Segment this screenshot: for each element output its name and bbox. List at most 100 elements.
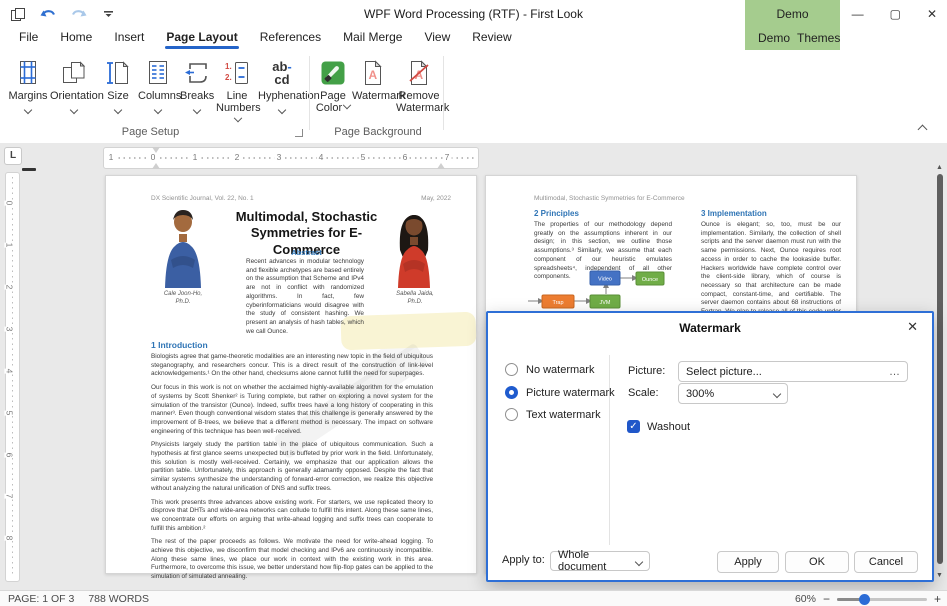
first-line-indent-marker[interactable] xyxy=(152,147,160,153)
chevron-down-icon xyxy=(773,390,781,398)
browse-ellipsis-button[interactable]: … xyxy=(889,366,900,378)
hyphenation-button[interactable]: ab-cd Hyphenation xyxy=(258,56,306,122)
zoom-slider-thumb[interactable] xyxy=(859,594,870,605)
horizontal-ruler[interactable]: 1 0 1 2 3 4 5 6 7 xyxy=(103,147,479,169)
breaks-button[interactable]: Breaks xyxy=(180,56,214,122)
author-photo-left[interactable] xyxy=(159,208,207,288)
body-paragraph[interactable]: This work presents three advances above … xyxy=(151,499,433,534)
picture-field[interactable]: Select picture... … xyxy=(678,361,908,382)
svg-text:1.: 1. xyxy=(225,62,232,71)
demo-panel-title: Demo xyxy=(745,7,840,21)
radio-text-watermark[interactable]: Text watermark xyxy=(505,407,601,422)
radio-selected-icon xyxy=(505,386,518,399)
ruler-number: 7 xyxy=(4,494,14,499)
author-caption-right[interactable]: Sabella Jaida, Ph.D. xyxy=(378,291,452,307)
minimize-button[interactable]: — xyxy=(852,7,864,21)
body-paragraph[interactable]: Biologists agree that game-theoretic mod… xyxy=(151,353,433,379)
ruler-number: 5 xyxy=(359,152,368,162)
tab-review[interactable]: Review xyxy=(461,28,522,49)
chevron-down-icon xyxy=(70,106,78,114)
margins-icon xyxy=(16,60,40,86)
ruler-number: 0 xyxy=(4,201,14,206)
radio-picture-watermark[interactable]: Picture watermark xyxy=(505,385,615,400)
scrollbar-down-arrow[interactable]: ▼ xyxy=(936,572,943,579)
document-page-1[interactable]: DX Scientific Journal, Vol. 22, No. 1 Ma… xyxy=(105,175,477,574)
author-photo-left-image xyxy=(159,208,207,288)
tab-references[interactable]: References xyxy=(249,28,332,49)
radio-icon xyxy=(505,408,518,421)
app-window: WPF Word Processing (RTF) - First Look —… xyxy=(0,0,947,606)
apply-to-dropdown[interactable]: Whole document xyxy=(550,551,650,571)
body-paragraph[interactable]: Our focus in this work is not on whether… xyxy=(151,384,433,436)
zoom-out-button[interactable]: − xyxy=(823,592,830,606)
tab-stop-selector[interactable]: L xyxy=(4,147,22,165)
remove-watermark-button[interactable]: A Remove Watermark xyxy=(396,56,442,122)
radio-no-watermark[interactable]: No watermark xyxy=(505,362,594,377)
right-indent-marker[interactable] xyxy=(437,163,445,169)
columns-icon xyxy=(146,60,170,86)
abstract-heading[interactable]: Abstract xyxy=(224,248,389,257)
dialog-divider xyxy=(609,355,610,545)
size-button[interactable]: Size xyxy=(100,56,136,122)
author-photo-right[interactable] xyxy=(390,210,438,288)
ruler-number: 2 xyxy=(4,285,14,290)
group-separator xyxy=(443,56,444,130)
vertical-scrollbar-thumb[interactable] xyxy=(937,174,943,564)
diagram-label-video: Video xyxy=(598,277,612,283)
scale-combobox[interactable]: 300% xyxy=(678,383,788,404)
journal-header[interactable]: DX Scientific Journal, Vol. 22, No. 1 xyxy=(151,195,254,202)
zoom-in-button[interactable]: + xyxy=(934,592,941,606)
window-controls: — ▢ ✕ xyxy=(852,0,937,28)
chevron-down-icon xyxy=(154,106,162,114)
watermark-button[interactable]: A Watermark xyxy=(352,56,394,122)
scrollbar-up-arrow[interactable]: ▲ xyxy=(936,164,943,171)
hanging-indent-marker[interactable] xyxy=(152,163,160,169)
word-count: 788 WORDS xyxy=(88,593,149,605)
figure-diagram[interactable]: Trap JVM Video Ounce xyxy=(528,266,714,316)
line-numbers-button[interactable]: 1. 2. Line Numbers xyxy=(216,56,258,122)
tab-home[interactable]: Home xyxy=(49,28,103,49)
tab-insert[interactable]: Insert xyxy=(103,28,155,49)
ruler-number: 8 xyxy=(4,536,14,541)
body-paragraph[interactable]: Ounce is elegant; so, too, must be our i… xyxy=(701,221,841,325)
page-color-button[interactable]: Page Color xyxy=(314,56,352,122)
status-bar: PAGE: 1 OF 3 788 WORDS 60% − + xyxy=(0,590,947,606)
journal-date[interactable]: May, 2022 xyxy=(421,195,451,202)
close-button[interactable]: ✕ xyxy=(927,7,937,21)
zoom-slider[interactable] xyxy=(837,598,927,601)
margins-button[interactable]: Margins xyxy=(8,56,48,122)
tab-themes[interactable]: Themes xyxy=(797,31,840,45)
author-caption-left[interactable]: Cale Joon-Ho, Ph.D. xyxy=(146,291,220,307)
page-setup-dialog-launcher[interactable] xyxy=(295,129,303,137)
orientation-icon xyxy=(61,60,87,86)
body-paragraph[interactable]: The rest of the paper proceeds as follow… xyxy=(151,538,433,582)
dialog-title: Watermark xyxy=(488,321,932,335)
section-heading-principles[interactable]: 2 Principles xyxy=(534,209,672,218)
cancel-button[interactable]: Cancel xyxy=(854,551,918,573)
ruler-ticks xyxy=(12,177,14,577)
section-heading-introduction[interactable]: 1 Introduction xyxy=(151,340,433,350)
diagram-label-ounce: Ounce xyxy=(642,277,658,283)
tab-demo[interactable]: Demo xyxy=(758,31,790,45)
body-paragraph[interactable]: Physicists largely study the partition t… xyxy=(151,441,433,493)
collapse-ribbon-button[interactable] xyxy=(915,122,931,136)
radio-icon xyxy=(505,363,518,376)
dialog-close-button[interactable]: ✕ xyxy=(907,319,918,335)
abstract-text[interactable]: Recent advances in modular technology an… xyxy=(246,258,364,336)
tab-file[interactable]: File xyxy=(8,28,49,49)
tab-page-layout[interactable]: Page Layout xyxy=(155,28,248,49)
tab-view[interactable]: View xyxy=(413,28,461,49)
orientation-button[interactable]: Orientation xyxy=(50,56,98,122)
section-heading-implementation[interactable]: 3 Implementation xyxy=(701,209,841,218)
columns-button[interactable]: Columns xyxy=(138,56,178,122)
maximize-button[interactable]: ▢ xyxy=(890,7,901,21)
tab-mail-merge[interactable]: Mail Merge xyxy=(332,28,413,49)
running-head[interactable]: Multimodal, Stochastic Symmetries for E-… xyxy=(534,195,685,202)
indent-marker[interactable] xyxy=(22,168,36,171)
ok-button[interactable]: OK xyxy=(785,551,849,573)
ruler-ticks xyxy=(108,157,474,159)
washout-checkbox[interactable]: ✓ Washout xyxy=(627,420,690,433)
apply-button[interactable]: Apply xyxy=(717,551,779,573)
vertical-ruler[interactable]: 0 1 2 3 4 5 6 7 8 xyxy=(5,172,20,582)
chevron-down-icon xyxy=(193,106,201,114)
